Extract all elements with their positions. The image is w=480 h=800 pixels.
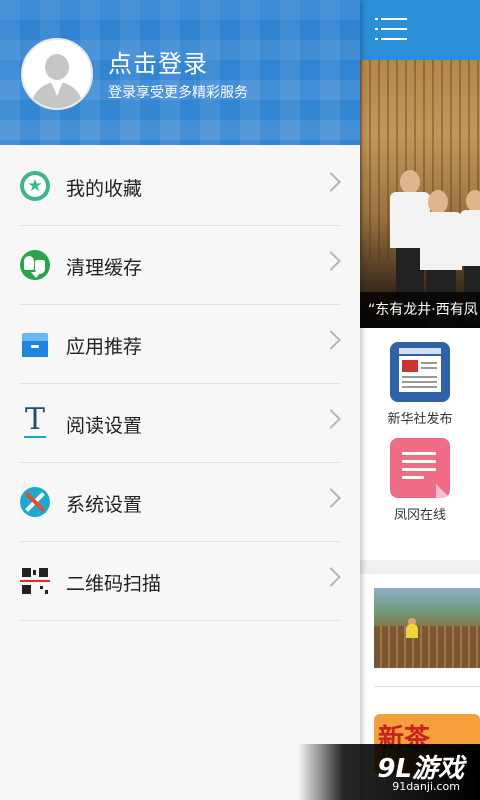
menu-item-label: 应用推荐 [66,336,143,358]
app-label: 新华社发布 [387,412,453,427]
menu-item-reading-settings[interactable]: T 阅读设置 [20,384,341,463]
login-subtitle: 登录享受更多精彩服务 [108,85,248,101]
chevron-right-icon [321,567,341,587]
app-xinhua[interactable]: 新华社发布 [360,342,480,427]
chevron-right-icon [321,409,341,429]
app-fengwen[interactable]: 凤冈在线 [360,438,480,523]
text-icon: T [24,402,46,438]
qr-scan-icon [20,566,50,596]
menu-item-qr-scan[interactable]: 二维码扫描 [20,542,341,621]
menu-item-label: 阅读设置 [66,415,143,437]
chevron-right-icon [321,488,341,508]
menu-item-label: 清理缓存 [66,257,143,279]
drawer-menu: ★ 我的收藏 清理缓存 应用推荐 T 阅读设置 系统设置 二维码扫描 [0,147,360,621]
headline-photo[interactable]: “东有龙井·西有凤 [360,60,480,328]
menu-item-clear-cache[interactable]: 清理缓存 [20,226,341,305]
top-bar [360,0,480,60]
menu-item-label: 二维码扫描 [66,573,162,595]
navigation-drawer: 点击登录 登录享受更多精彩服务 ★ 我的收藏 清理缓存 应用推荐 T 阅读设置 … [0,0,360,800]
news-thumbnail[interactable] [374,588,480,668]
app-label: 凤冈在线 [393,508,446,523]
menu-item-label: 系统设置 [66,494,143,516]
clean-cache-icon [20,250,50,280]
app-box-icon [20,329,50,359]
menu-item-favorites[interactable]: ★ 我的收藏 [20,147,341,226]
newspaper-icon [390,342,450,402]
site-watermark: 9L游戏 91danji.com [298,744,480,800]
watermark-url: 91danji.com [392,780,460,793]
drawer-header[interactable]: 点击登录 登录享受更多精彩服务 [0,0,360,145]
apps-panel: 新华社发布 凤冈在线 [360,328,480,560]
star-icon: ★ [20,171,50,201]
menu-icon[interactable] [375,16,407,42]
document-icon [390,438,450,498]
avatar[interactable] [21,38,93,110]
login-title[interactable]: 点击登录 [108,44,208,79]
tools-icon [20,487,50,517]
chevron-right-icon [321,330,341,350]
headline-caption[interactable]: “东有龙井·西有凤 [360,292,480,328]
chevron-right-icon [321,251,341,271]
menu-item-app-recommend[interactable]: 应用推荐 [20,305,341,384]
main-content: “东有龙井·西有凤 新华社发布 凤冈在线 新茶 [360,0,480,800]
chevron-right-icon [321,172,341,192]
menu-item-label: 我的收藏 [66,178,143,200]
menu-item-system-settings[interactable]: 系统设置 [20,463,341,542]
